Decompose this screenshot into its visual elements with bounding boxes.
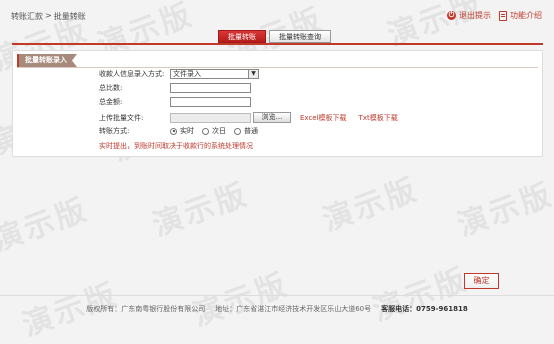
transfer-mode-radios: 实时 次日 普通 <box>170 126 258 136</box>
footer: 版权所有：广东南粤银行股份有限公司 地址：广东省湛江市经济技术开发区乐山大道60… <box>0 304 554 314</box>
watermark: 演示版 <box>0 191 94 259</box>
payee-mode-select[interactable]: 文件录入 ▼ <box>170 69 259 79</box>
arrival-hint: 实时提出，到账时间取决于收款行的系统处理情况 <box>99 142 253 150</box>
power-icon: ⏻ <box>447 11 456 20</box>
breadcrumb-separator: > <box>45 11 52 20</box>
footer-address: 地址：广东省湛江市经济技术开发区乐山大道60号 <box>215 305 372 313</box>
book-icon <box>499 10 507 21</box>
upload-label: 上传批量文件: <box>99 113 144 122</box>
logout-link[interactable]: ⏻ 退出提示 <box>447 10 491 21</box>
confirm-button[interactable]: 确定 <box>464 273 499 289</box>
footer-copyright: 版权所有：广东南粤银行股份有限公司 <box>86 305 206 313</box>
help-link[interactable]: 功能介绍 <box>499 10 542 21</box>
transfer-mode-label: 转账方式: <box>99 127 130 135</box>
radio-normal-label: 普通 <box>244 127 258 135</box>
radio-next-day[interactable]: 次日 <box>202 126 226 136</box>
chevron-down-icon: ▼ <box>248 70 258 78</box>
batch-entry-panel: 批量转账录入 收款人信息录入方式: 文件录入 ▼ 总比数: 总金额: 上传批量文… <box>12 50 543 157</box>
tab-batch-transfer[interactable]: 批量转账 <box>218 30 266 43</box>
footer-divider <box>0 295 554 296</box>
radio-normal[interactable]: 普通 <box>234 126 258 136</box>
footer-phone: 客服电话：0759-961818 <box>381 305 468 313</box>
tab-batch-transfer-query[interactable]: 批量转账查询 <box>269 30 331 43</box>
total-count-label: 总比数: <box>99 84 123 92</box>
radio-realtime[interactable]: 实时 <box>170 126 194 136</box>
total-count-row: 总比数: <box>99 83 251 93</box>
top-links: ⏻ 退出提示 功能介绍 <box>447 10 542 21</box>
total-count-input[interactable] <box>170 83 251 93</box>
breadcrumb-current: 批量转账 <box>53 12 86 21</box>
upload-row: 上传批量文件: 浏览... Excel模板下载 Txt模板下载 <box>99 112 398 123</box>
radio-next-day-label: 次日 <box>212 127 226 135</box>
panel-title: 批量转账录入 <box>17 54 77 67</box>
watermark: 演示版 <box>188 266 294 334</box>
radio-dot-icon <box>170 127 177 135</box>
radio-dot-icon <box>234 127 241 135</box>
transfer-mode-row: 转账方式: 实时 次日 普通 <box>99 126 258 136</box>
watermark: 演示版 <box>368 261 474 329</box>
tab-bar: 批量转账 批量转账查询 <box>218 30 331 43</box>
breadcrumb-parent[interactable]: 转账汇款 <box>11 11 43 22</box>
breadcrumb: 转账汇款 > 批量转账 <box>11 11 86 22</box>
watermark: 演示版 <box>318 171 424 239</box>
total-amount-input[interactable] <box>170 97 251 107</box>
payee-mode-row: 收款人信息录入方式: 文件录入 ▼ <box>99 69 259 79</box>
tab-underline <box>12 43 543 45</box>
help-label: 功能介绍 <box>510 11 542 20</box>
browse-button[interactable]: 浏览... <box>253 112 291 123</box>
file-path-input[interactable] <box>170 112 251 123</box>
radio-realtime-label: 实时 <box>180 127 194 135</box>
panel-divider <box>17 67 538 68</box>
txt-template-link[interactable]: Txt模板下载 <box>359 113 398 123</box>
payee-mode-value: 文件录入 <box>173 70 201 78</box>
logout-label: 退出提示 <box>459 11 491 20</box>
total-amount-row: 总金额: <box>99 97 251 107</box>
watermark: 演示版 <box>148 176 254 244</box>
excel-template-link[interactable]: Excel模板下载 <box>300 113 347 123</box>
radio-dot-icon <box>202 127 209 135</box>
watermark: 演示版 <box>453 176 554 244</box>
total-amount-label: 总金额: <box>99 98 123 106</box>
top-bar: 转账汇款 > 批量转账 ⏻ 退出提示 功能介绍 <box>0 0 554 30</box>
payee-mode-label: 收款人信息录入方式: <box>99 70 165 78</box>
